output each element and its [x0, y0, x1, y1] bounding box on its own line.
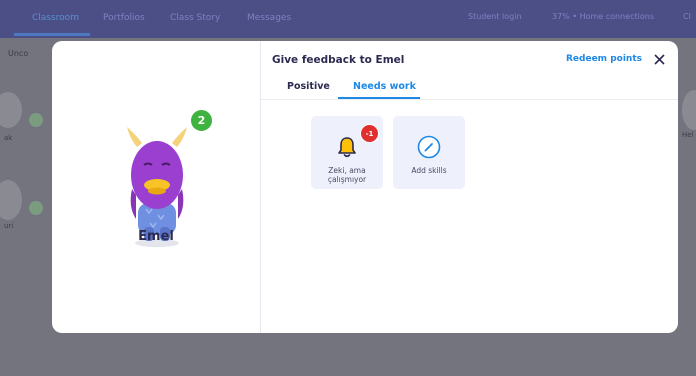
bell-icon [338, 137, 356, 158]
background-edge-label: Hel [682, 131, 694, 139]
skill-label: Zeki, ama çalışmıyor [327, 166, 367, 184]
close-button[interactable] [650, 50, 668, 68]
background-avatar [0, 180, 22, 220]
skill-points-badge: -1 [360, 124, 379, 143]
redeem-points-link[interactable]: Redeem points [566, 54, 642, 64]
add-skills-label: Add skills [411, 166, 447, 175]
background-tab-underline [14, 33, 90, 36]
background-avatar [0, 92, 22, 128]
close-icon [653, 53, 665, 65]
tab-divider [261, 99, 678, 100]
tab-positive[interactable]: Positive [287, 81, 330, 92]
tab-needs-work[interactable]: Needs work [353, 81, 416, 92]
background-edge-label: ak [4, 134, 13, 142]
points-badge: 2 [190, 109, 213, 132]
background-tab-classroom: Classroom [32, 13, 79, 23]
feedback-modal: 2 Emel Give feedback to Emel Redeem poin… [52, 41, 678, 333]
dialog-title: Give feedback to Emel [272, 54, 405, 66]
skill-card-zeki-ama-calismiyor[interactable]: -1 Zeki, ama çalışmıyor [311, 116, 383, 189]
add-skills-button[interactable]: Add skills [393, 116, 465, 189]
background-student-login: Student login [468, 12, 522, 21]
pencil-circle-icon [417, 135, 441, 159]
background-avatar [682, 90, 696, 130]
background-points-dot [29, 201, 43, 215]
background-edge-label: uri [4, 222, 14, 230]
student-panel: 2 Emel [52, 41, 261, 333]
background-points-dot [29, 113, 43, 127]
background-tab-portfolios: Portfolios [103, 13, 145, 23]
student-name: Emel [138, 229, 174, 244]
background-tab-class-story: Class Story [170, 13, 221, 23]
background-chip-cut: Cl [683, 12, 691, 21]
background-tab-messages: Messages [247, 13, 292, 23]
background-side-label: Unco [8, 49, 29, 58]
background-home-connections: 37% • Home connections [552, 12, 654, 21]
